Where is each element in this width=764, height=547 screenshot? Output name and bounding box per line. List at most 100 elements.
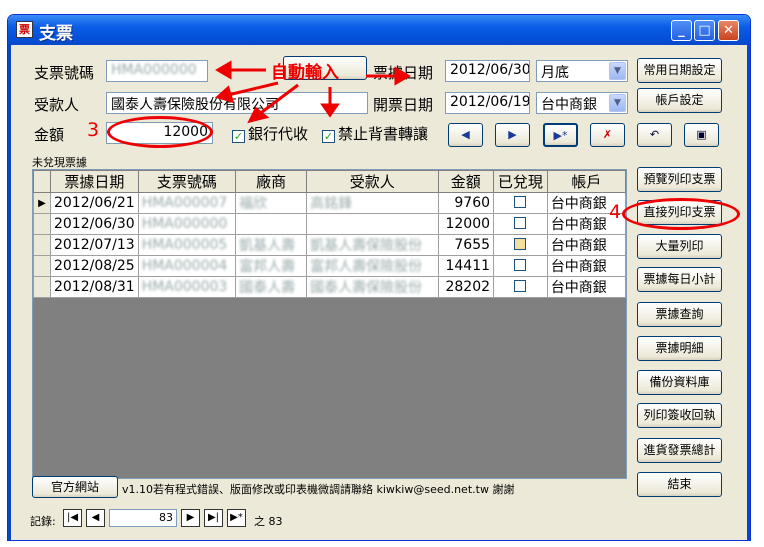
- check-window: 票 支票 _ □ ✕ 支票號碼 HMA000000 自動輸入 票據日期 2012…: [7, 14, 751, 541]
- cell-vendor-value: 福欣: [239, 196, 268, 212]
- query-button[interactable]: 票據查詢: [637, 302, 722, 327]
- cell-check-no[interactable]: HMA000007: [137, 192, 237, 214]
- cell-cashed[interactable]: [493, 234, 548, 256]
- direct-print-highlight-ellipse: [622, 198, 740, 230]
- preview-print-button[interactable]: 預覽列印支票: [637, 167, 722, 192]
- cell-amount[interactable]: 14411: [437, 255, 495, 277]
- daily-subtotal-button[interactable]: 票據每日小計: [637, 267, 722, 292]
- cell-account[interactable]: 台中商銀: [546, 234, 627, 256]
- cell-amount[interactable]: 7655: [437, 234, 495, 256]
- checkbox-icon[interactable]: [514, 217, 527, 229]
- cell-cashed[interactable]: [493, 255, 548, 277]
- cell-payee-value: 富邦人壽保險股份: [310, 259, 423, 275]
- cell-check-no[interactable]: HMA000000: [137, 213, 237, 235]
- cell-vendor[interactable]: 國泰人壽: [235, 276, 308, 298]
- col-header-payee[interactable]: 受款人: [306, 170, 439, 193]
- cell-cashed[interactable]: [493, 192, 548, 214]
- cell-payee-value: 高銘鋒: [310, 196, 353, 212]
- cell-amount[interactable]: 12000: [437, 213, 495, 235]
- cell-payee[interactable]: 國泰人壽保險股份: [306, 276, 439, 298]
- cell-payee[interactable]: 富邦人壽保險股份: [306, 255, 439, 277]
- new-nav-button[interactable]: ▶*: [227, 509, 246, 527]
- col-header-cashed[interactable]: 已兌現: [493, 170, 548, 193]
- cell-account[interactable]: 台中商銀: [546, 276, 627, 298]
- new-icon: ▶*: [230, 512, 243, 523]
- cell-check-no-value: HMA000004: [141, 258, 228, 274]
- cell-date[interactable]: 2012/08/25: [49, 255, 139, 277]
- cell-payee[interactable]: 凱基人壽保險股份: [306, 234, 439, 256]
- last-icon: ▶|: [207, 512, 220, 523]
- detail-button[interactable]: 票據明細: [637, 336, 722, 361]
- cell-payee[interactable]: [306, 213, 439, 235]
- cell-check-no-value: HMA000007: [141, 195, 228, 211]
- cell-cashed[interactable]: [493, 276, 548, 298]
- version-note: v1.10若有程式錯誤、版面修改或印表機微調請聯絡 kiwkiw@seed.ne…: [122, 483, 515, 496]
- cell-vendor-value: 富邦人壽: [239, 259, 296, 275]
- row-indicator: [33, 234, 51, 256]
- cell-payee-value: 國泰人壽保險股份: [310, 280, 423, 296]
- cell-vendor[interactable]: 福欣: [235, 192, 308, 214]
- bulk-print-button[interactable]: 大量列印: [637, 234, 722, 259]
- last-record-button[interactable]: ▶|: [204, 509, 223, 527]
- cell-vendor[interactable]: [235, 213, 308, 235]
- cell-vendor-value: 凱基人壽: [239, 238, 296, 254]
- next-icon: ▶: [186, 512, 195, 523]
- record-total: 之 83: [254, 515, 283, 528]
- record-label: 記錄:: [30, 515, 56, 528]
- step4-annotation: 4: [609, 201, 622, 223]
- table-header-row: 票據日期 支票號碼 廠商 受款人 金額 已兌現 帳戶: [33, 170, 627, 193]
- cell-date[interactable]: 2012/07/13: [49, 234, 139, 256]
- cell-vendor[interactable]: 富邦人壽: [235, 255, 308, 277]
- first-record-button[interactable]: |◀: [63, 509, 82, 527]
- checks-table: 票據日期 支票號碼 廠商 受款人 金額 已兌現 帳戶 ▶ 2012/06/21 …: [33, 170, 627, 298]
- checkbox-icon[interactable]: [514, 259, 527, 271]
- print-receipt-button[interactable]: 列印簽收回執: [637, 403, 722, 428]
- record-number-input[interactable]: 83: [109, 509, 177, 527]
- col-header-vendor[interactable]: 廠商: [235, 170, 308, 193]
- purchase-total-button[interactable]: 進貨發票總計: [637, 438, 722, 463]
- cell-date[interactable]: 2012/08/31: [49, 276, 139, 298]
- cell-check-no-value: HMA000005: [141, 237, 228, 253]
- row-indicator-header: [33, 170, 51, 193]
- col-header-amount[interactable]: 金額: [437, 170, 495, 193]
- row-indicator: [33, 276, 51, 298]
- col-header-check-no[interactable]: 支票號碼: [137, 170, 237, 193]
- cell-check-no-value: HMA000003: [141, 279, 228, 295]
- col-header-account[interactable]: 帳戶: [546, 170, 627, 193]
- row-indicator: [33, 255, 51, 277]
- cell-account[interactable]: 台中商銀: [546, 255, 627, 277]
- table-row[interactable]: 2012/07/13 HMA000005 凱基人壽 凱基人壽保險股份 7655 …: [33, 234, 627, 256]
- cell-check-no[interactable]: HMA000004: [137, 255, 237, 277]
- annotation-arrows: [214, 60, 411, 124]
- cell-payee-value: 凱基人壽保險股份: [310, 238, 423, 254]
- cell-date[interactable]: 2012/06/30: [49, 213, 139, 235]
- checkbox-icon[interactable]: [514, 196, 527, 208]
- cell-check-no[interactable]: HMA000005: [137, 234, 237, 256]
- first-icon: |◀: [66, 512, 79, 523]
- col-header-date[interactable]: 票據日期: [49, 170, 139, 193]
- official-site-button[interactable]: 官方網站: [32, 476, 118, 498]
- uncashed-checks-grid[interactable]: 票據日期 支票號碼 廠商 受款人 金額 已兌現 帳戶 ▶ 2012/06/21 …: [32, 169, 627, 479]
- grid-caption: 未兌現票據: [32, 156, 87, 169]
- next-nav-button[interactable]: ▶: [181, 509, 200, 527]
- row-indicator: [33, 213, 51, 235]
- table-row[interactable]: ▶ 2012/06/21 HMA000007 福欣 高銘鋒 9760 台中商銀: [33, 192, 627, 214]
- prev-nav-button[interactable]: ◀: [86, 509, 105, 527]
- cell-cashed[interactable]: [493, 213, 548, 235]
- backup-button[interactable]: 備份資料庫: [637, 370, 722, 395]
- checkbox-icon[interactable]: [514, 280, 527, 292]
- checkbox-icon[interactable]: [514, 238, 527, 250]
- cell-check-no-value: HMA000000: [141, 216, 228, 232]
- cell-vendor[interactable]: 凱基人壽: [235, 234, 308, 256]
- cell-date[interactable]: 2012/06/21: [49, 192, 139, 214]
- table-row[interactable]: 2012/08/25 HMA000004 富邦人壽 富邦人壽保險股份 14411…: [33, 255, 627, 277]
- cell-check-no[interactable]: HMA000003: [137, 276, 237, 298]
- table-row[interactable]: 2012/06/30 HMA000000 12000 台中商銀: [33, 213, 627, 235]
- cell-vendor-value: 國泰人壽: [239, 280, 296, 296]
- prev-icon: ◀: [91, 512, 100, 523]
- cell-amount[interactable]: 9760: [437, 192, 495, 214]
- cell-payee[interactable]: 高銘鋒: [306, 192, 439, 214]
- table-row[interactable]: 2012/08/31 HMA000003 國泰人壽 國泰人壽保險股份 28202…: [33, 276, 627, 298]
- cell-amount[interactable]: 28202: [437, 276, 495, 298]
- exit-button[interactable]: 結束: [637, 472, 722, 497]
